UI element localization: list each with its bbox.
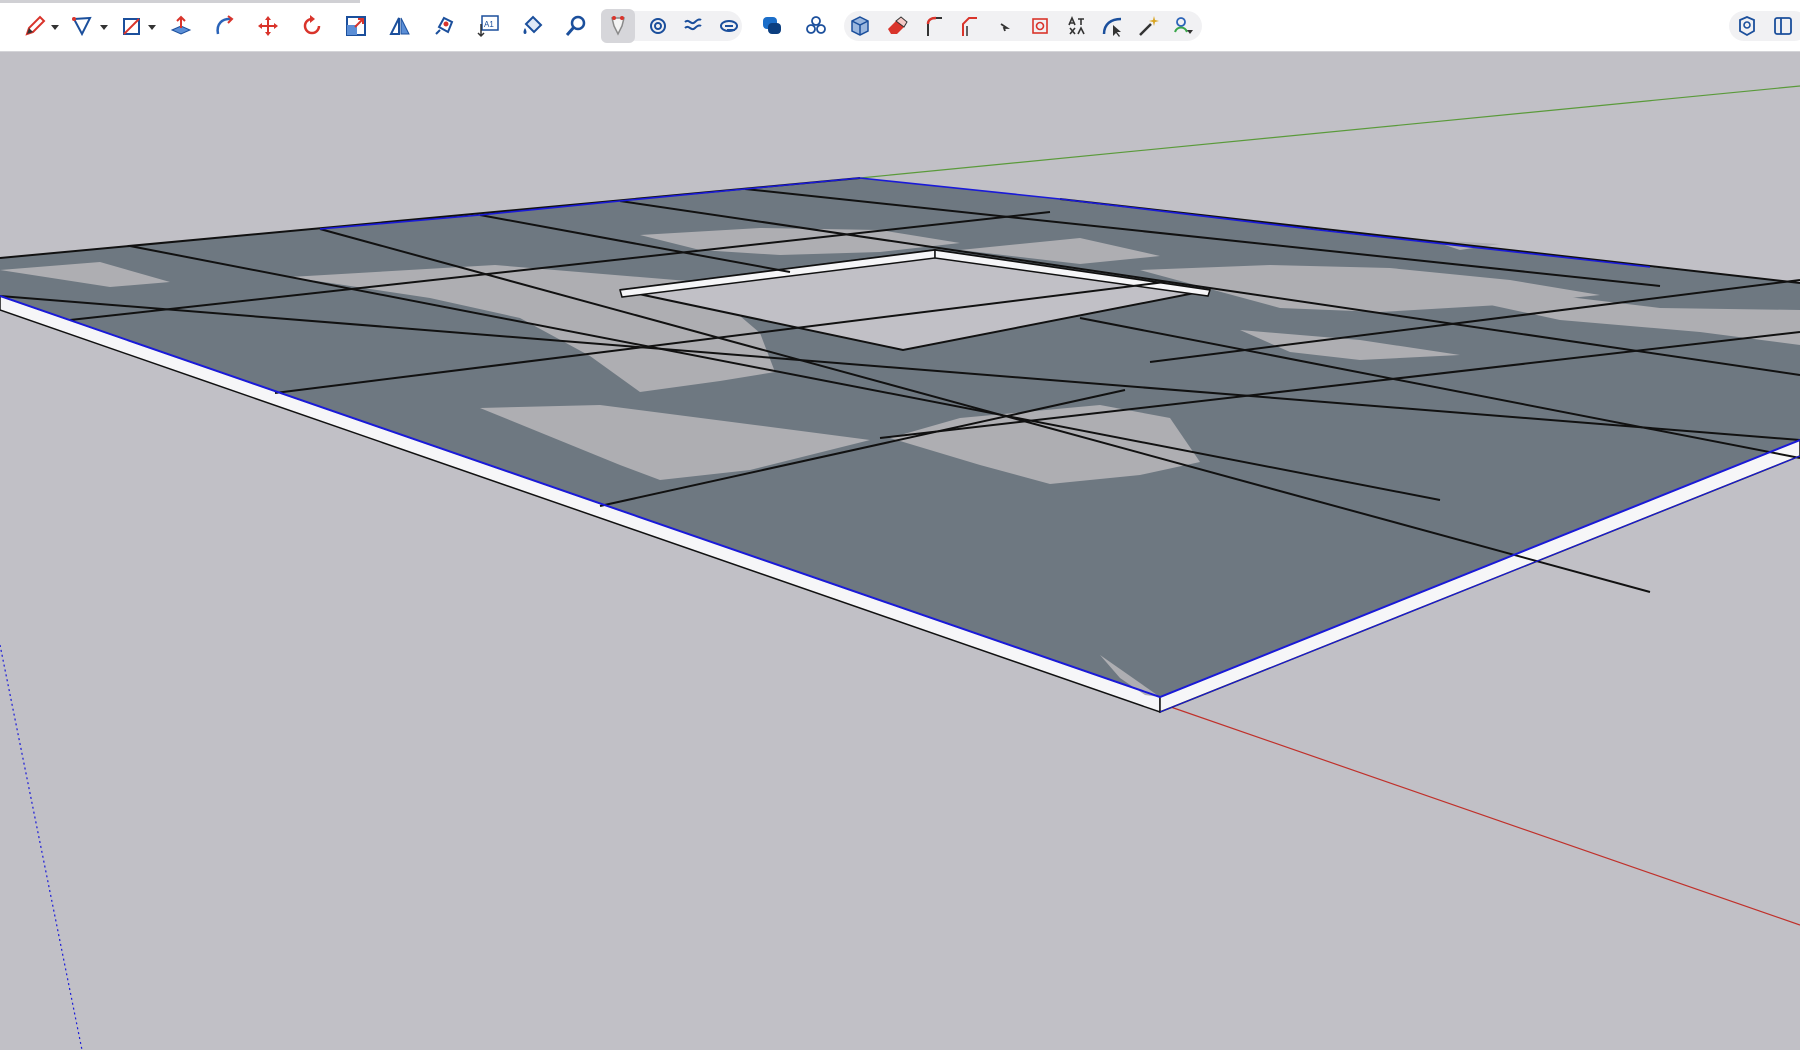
small-arrow-tool-icon xyxy=(1000,23,1010,32)
text-tool-icon: A1 xyxy=(477,15,499,38)
paint-bucket-tool-icon xyxy=(523,15,543,34)
paint-bucket-tool-button[interactable] xyxy=(515,9,549,43)
components-icon xyxy=(806,16,826,34)
section-plane-tool-button[interactable] xyxy=(676,9,710,43)
zoom-tool-icon xyxy=(565,15,586,36)
walk-tool-button[interactable] xyxy=(712,9,746,43)
rectangle-dropdown-caret[interactable] xyxy=(148,25,156,30)
zoom-tool-button[interactable] xyxy=(559,9,593,43)
scale-tool-icon xyxy=(346,16,366,36)
magic-wand-tool-button[interactable] xyxy=(1132,9,1166,43)
text-tool-button[interactable]: A1 xyxy=(471,9,505,43)
tape-measure-tool-icon xyxy=(435,16,454,35)
fillet-tool-icon xyxy=(926,16,942,36)
arc-cursor-tool-icon xyxy=(1102,17,1122,37)
arc-cursor-tool-button[interactable] xyxy=(1096,9,1130,43)
follow-me-tool-icon xyxy=(216,15,234,35)
flip-tool-icon xyxy=(389,17,410,35)
magic-wand-tool-icon xyxy=(1139,16,1159,36)
move-tool-button[interactable] xyxy=(251,9,285,43)
rotate-tool-icon xyxy=(303,15,321,35)
push-pull-tool-button[interactable] xyxy=(164,9,198,43)
small-arrow-tool-button[interactable] xyxy=(987,9,1021,43)
instructor-panel-button[interactable] xyxy=(1730,9,1764,43)
text-style-tool-button[interactable] xyxy=(1059,9,1093,43)
instructor-panel-icon xyxy=(1739,16,1755,37)
scale-tool-button[interactable] xyxy=(339,9,373,43)
pencil-line-tool-icon xyxy=(25,15,46,36)
eraser-tool-icon xyxy=(888,16,908,34)
rotate-tool-button[interactable] xyxy=(295,9,329,43)
speech-bubble-icon xyxy=(763,17,781,34)
pencil-line-tool-button[interactable] xyxy=(18,9,52,43)
main-toolbar: A1 xyxy=(0,0,1800,52)
tape-measure-tool-button[interactable] xyxy=(427,9,461,43)
cube-view-icon xyxy=(851,16,869,36)
target-tool-icon xyxy=(1032,18,1048,34)
extension-dropdown-icon xyxy=(1174,17,1193,34)
pencil-dropdown-caret[interactable] xyxy=(51,25,59,30)
push-pull-tool-icon xyxy=(170,15,192,35)
section-plane-tool-icon xyxy=(684,18,702,31)
eraser-tool-button[interactable] xyxy=(880,9,914,43)
text-tool-label: A1 xyxy=(484,20,494,29)
polygon-shape-tool-button[interactable] xyxy=(65,9,99,43)
extension-dropdown-button[interactable] xyxy=(1167,9,1201,43)
components-button[interactable] xyxy=(799,9,833,43)
title-strip xyxy=(0,0,360,3)
flip-tool-button[interactable] xyxy=(383,9,417,43)
chamfer-tool-icon xyxy=(962,17,977,36)
panel-toggle-icon xyxy=(1774,17,1792,35)
panel-toggle-button[interactable] xyxy=(1766,9,1800,43)
shape-dropdown-caret[interactable] xyxy=(100,25,108,30)
cube-view-button[interactable] xyxy=(843,9,877,43)
select-tool-button[interactable] xyxy=(601,9,635,43)
target-tool-button[interactable] xyxy=(1023,9,1057,43)
orbit-tool-icon xyxy=(650,18,666,34)
3d-modeling-viewport[interactable] xyxy=(0,52,1800,1050)
chamfer-tool-button[interactable] xyxy=(952,9,986,43)
speech-bubble-button[interactable] xyxy=(755,9,789,43)
select-tool-icon xyxy=(611,16,625,36)
walk-tool-icon xyxy=(720,20,738,32)
text-style-tool-icon xyxy=(1068,15,1085,35)
orbit-tool-button[interactable] xyxy=(641,9,675,43)
rectangle-tool-icon xyxy=(123,18,140,35)
scene-canvas[interactable] xyxy=(0,52,1800,1050)
follow-me-tool-button[interactable] xyxy=(207,9,241,43)
fillet-tool-button[interactable] xyxy=(917,9,951,43)
rectangle-tool-button[interactable] xyxy=(115,9,149,43)
polygon-shape-tool-icon xyxy=(72,16,92,37)
move-tool-icon xyxy=(258,16,278,36)
